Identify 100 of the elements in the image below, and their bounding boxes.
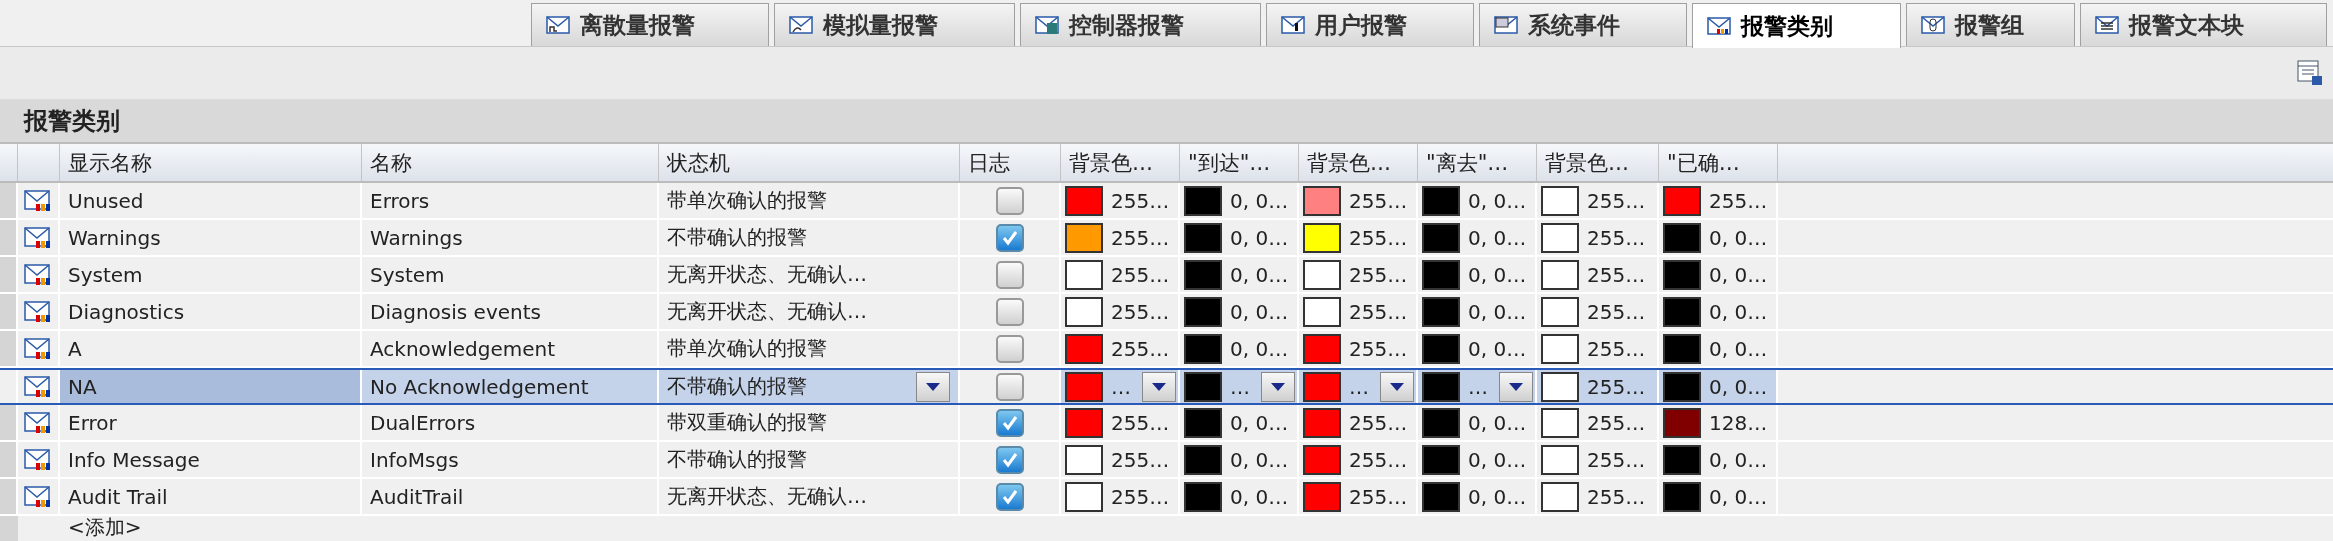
table-row[interactable]: A Acknowledgement 带单次确认的报警 255… 0, 0… 255… 0, 0… 255… 0, 0… <box>0 331 2333 368</box>
color-cell[interactable]: 255… <box>1537 183 1659 220</box>
color-cell[interactable]: 255… <box>1061 479 1180 516</box>
color-cell[interactable]: 0, 0… <box>1180 479 1299 516</box>
checkbox[interactable] <box>995 482 1024 511</box>
color-swatch[interactable] <box>1422 185 1460 216</box>
checkbox[interactable] <box>995 186 1024 215</box>
color-cell[interactable]: 0, 0… <box>1418 220 1537 257</box>
row-handle[interactable] <box>0 294 18 331</box>
color-swatch[interactable] <box>1541 371 1579 402</box>
column-header[interactable]: 背景色… <box>1299 144 1418 181</box>
color-swatch[interactable] <box>1303 371 1341 402</box>
checkbox[interactable] <box>995 408 1024 437</box>
row-handle[interactable] <box>0 183 18 220</box>
color-cell[interactable]: 255… <box>1299 294 1418 331</box>
column-header[interactable]: 日志 <box>960 144 1061 181</box>
checkbox[interactable] <box>995 334 1024 363</box>
row-handle[interactable] <box>0 257 18 294</box>
color-cell[interactable]: 255… <box>1537 405 1659 442</box>
editor-tab[interactable]: 控制器报警 <box>1020 3 1261 46</box>
color-swatch[interactable] <box>1663 371 1701 402</box>
color-cell[interactable]: 0, 0… <box>1418 331 1537 368</box>
color-cell[interactable]: 0, 0… <box>1659 442 1778 479</box>
table-settings-icon[interactable] <box>2297 60 2323 86</box>
color-cell[interactable]: 255… <box>1061 405 1180 442</box>
dropdown-button[interactable] <box>1499 371 1533 402</box>
editor-tab[interactable]: 系统事件 <box>1479 3 1687 46</box>
color-cell[interactable]: 0, 0… <box>1180 183 1299 220</box>
dropdown-button[interactable] <box>1261 371 1295 402</box>
color-swatch[interactable] <box>1065 259 1103 290</box>
row-handle[interactable] <box>0 442 18 479</box>
color-cell[interactable]: 255… <box>1537 442 1659 479</box>
color-swatch[interactable] <box>1303 259 1341 290</box>
color-cell[interactable]: 255… <box>1537 370 1659 403</box>
row-handle[interactable] <box>0 516 18 541</box>
color-swatch[interactable] <box>1065 222 1103 253</box>
color-swatch[interactable] <box>1663 333 1701 364</box>
color-swatch[interactable] <box>1541 185 1579 216</box>
editor-tab[interactable]: 报警组 <box>1906 3 2075 46</box>
table-row[interactable]: NA No Acknowledgement 不带确认的报警 … … … … 255… 0, 0… <box>0 368 2333 405</box>
color-swatch[interactable] <box>1422 444 1460 475</box>
color-swatch[interactable] <box>1663 444 1701 475</box>
color-swatch[interactable] <box>1184 333 1222 364</box>
table-row[interactable]: Info Message InfoMsgs 不带确认的报警 255… 0, 0… 255… 0, 0… 255… 0, 0… <box>0 442 2333 479</box>
dropdown-button[interactable] <box>1142 371 1176 402</box>
color-cell[interactable]: 0, 0… <box>1659 370 1778 403</box>
color-swatch[interactable] <box>1541 259 1579 290</box>
color-cell[interactable]: 0, 0… <box>1180 331 1299 368</box>
color-swatch[interactable] <box>1303 407 1341 438</box>
color-cell[interactable]: 0, 0… <box>1659 294 1778 331</box>
color-cell[interactable]: 255… <box>1299 257 1418 294</box>
color-cell[interactable]: 0, 0… <box>1418 257 1537 294</box>
color-cell[interactable]: 0, 0… <box>1418 183 1537 220</box>
color-cell[interactable]: 0, 0… <box>1180 405 1299 442</box>
color-swatch[interactable] <box>1663 259 1701 290</box>
color-swatch[interactable] <box>1663 481 1701 512</box>
checkbox[interactable] <box>995 223 1024 252</box>
color-swatch[interactable] <box>1184 185 1222 216</box>
color-cell[interactable]: 128… <box>1659 405 1778 442</box>
color-cell[interactable]: 255… <box>1537 220 1659 257</box>
color-swatch[interactable] <box>1663 296 1701 327</box>
checkbox[interactable] <box>995 372 1024 401</box>
color-swatch[interactable] <box>1541 481 1579 512</box>
checkbox[interactable] <box>995 260 1024 289</box>
color-swatch[interactable] <box>1303 222 1341 253</box>
color-swatch[interactable] <box>1422 407 1460 438</box>
table-row[interactable]: Error DualErrors 带双重确认的报警 255… 0, 0… 255… 0, 0… 255… 128… <box>0 405 2333 442</box>
editor-tab[interactable]: 报警文本块 <box>2080 3 2327 46</box>
checkbox[interactable] <box>995 445 1024 474</box>
color-swatch[interactable] <box>1184 481 1222 512</box>
color-swatch[interactable] <box>1184 296 1222 327</box>
editor-tab[interactable]: 模拟量报警 <box>774 3 1015 46</box>
color-cell[interactable]: 255… <box>1659 183 1778 220</box>
table-row[interactable]: Warnings Warnings 不带确认的报警 255… 0, 0… 255… 0, 0… 255… 0, 0… <box>0 220 2333 257</box>
color-swatch[interactable] <box>1541 333 1579 364</box>
color-swatch[interactable] <box>1422 481 1460 512</box>
color-cell[interactable]: 0, 0… <box>1659 479 1778 516</box>
color-swatch[interactable] <box>1422 222 1460 253</box>
color-swatch[interactable] <box>1303 444 1341 475</box>
color-cell[interactable]: 255… <box>1061 294 1180 331</box>
column-header[interactable]: 名称 <box>362 144 659 181</box>
color-swatch[interactable] <box>1184 259 1222 290</box>
color-cell[interactable]: 255… <box>1299 479 1418 516</box>
color-swatch[interactable] <box>1184 444 1222 475</box>
color-cell[interactable]: 0, 0… <box>1659 331 1778 368</box>
table-row[interactable]: Diagnostics Diagnosis events 无离开状态、无确认… 255… 0, 0… 255… 0, 0… 255… 0, 0… <box>0 294 2333 331</box>
color-cell[interactable]: 0, 0… <box>1418 442 1537 479</box>
color-swatch[interactable] <box>1663 185 1701 216</box>
color-swatch[interactable] <box>1422 296 1460 327</box>
color-cell[interactable]: 255… <box>1061 331 1180 368</box>
dropdown-field[interactable]: 不带确认的报警 <box>659 370 960 403</box>
color-swatch[interactable] <box>1422 259 1460 290</box>
color-swatch[interactable] <box>1065 481 1103 512</box>
color-swatch[interactable] <box>1184 371 1222 402</box>
color-cell[interactable]: 255… <box>1299 220 1418 257</box>
dropdown-button[interactable] <box>916 371 950 402</box>
color-swatch[interactable] <box>1303 481 1341 512</box>
color-swatch[interactable] <box>1541 222 1579 253</box>
color-swatch[interactable] <box>1065 296 1103 327</box>
color-cell[interactable]: … <box>1061 370 1180 403</box>
